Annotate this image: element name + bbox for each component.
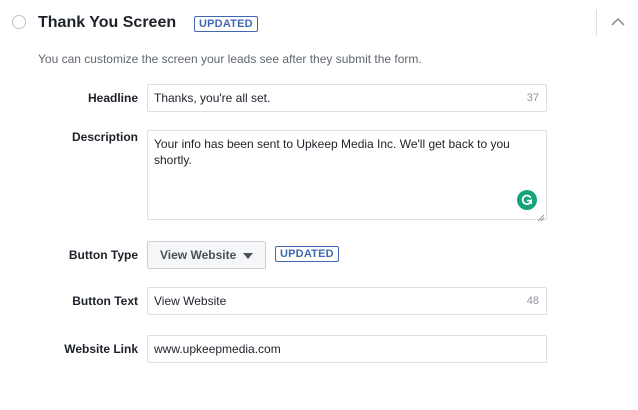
header-divider	[596, 10, 597, 36]
button-type-updated-badge: UPDATED	[275, 246, 339, 262]
button-text-value: View Website	[154, 294, 227, 308]
section-title: Thank You Screen	[38, 14, 177, 31]
button-text-char-count: 48	[526, 295, 539, 307]
headline-input[interactable]: Thanks, you're all set. 37	[147, 84, 547, 112]
button-type-label: Button Type	[68, 248, 138, 262]
updated-badge: UPDATED	[194, 16, 258, 32]
headline-label: Headline	[87, 91, 138, 105]
section-header: Thank You Screen UPDATED	[0, 0, 638, 48]
caret-down-icon	[243, 253, 253, 259]
headline-char-count: 37	[526, 92, 539, 104]
description-label: Description	[71, 130, 138, 144]
website-link-label: Website Link	[64, 342, 138, 356]
section-radio[interactable]	[12, 15, 26, 29]
website-link-value: www.upkeepmedia.com	[154, 342, 281, 356]
chevron-up-icon[interactable]	[607, 11, 629, 33]
website-link-input[interactable]: www.upkeepmedia.com	[147, 335, 547, 363]
section-description: You can customize the screen your leads …	[38, 52, 422, 66]
resize-handle[interactable]	[537, 210, 545, 222]
button-text-label: Button Text	[72, 294, 138, 308]
description-value: Your info has been sent to Upkeep Media …	[154, 137, 510, 167]
headline-value: Thanks, you're all set.	[154, 91, 271, 105]
button-type-selected: View Website	[160, 248, 237, 262]
grammarly-icon[interactable]	[517, 190, 537, 210]
button-text-input[interactable]: View Website 48	[147, 287, 547, 315]
description-textarea[interactable]: Your info has been sent to Upkeep Media …	[147, 130, 547, 222]
button-type-dropdown[interactable]: View Website	[147, 241, 266, 269]
